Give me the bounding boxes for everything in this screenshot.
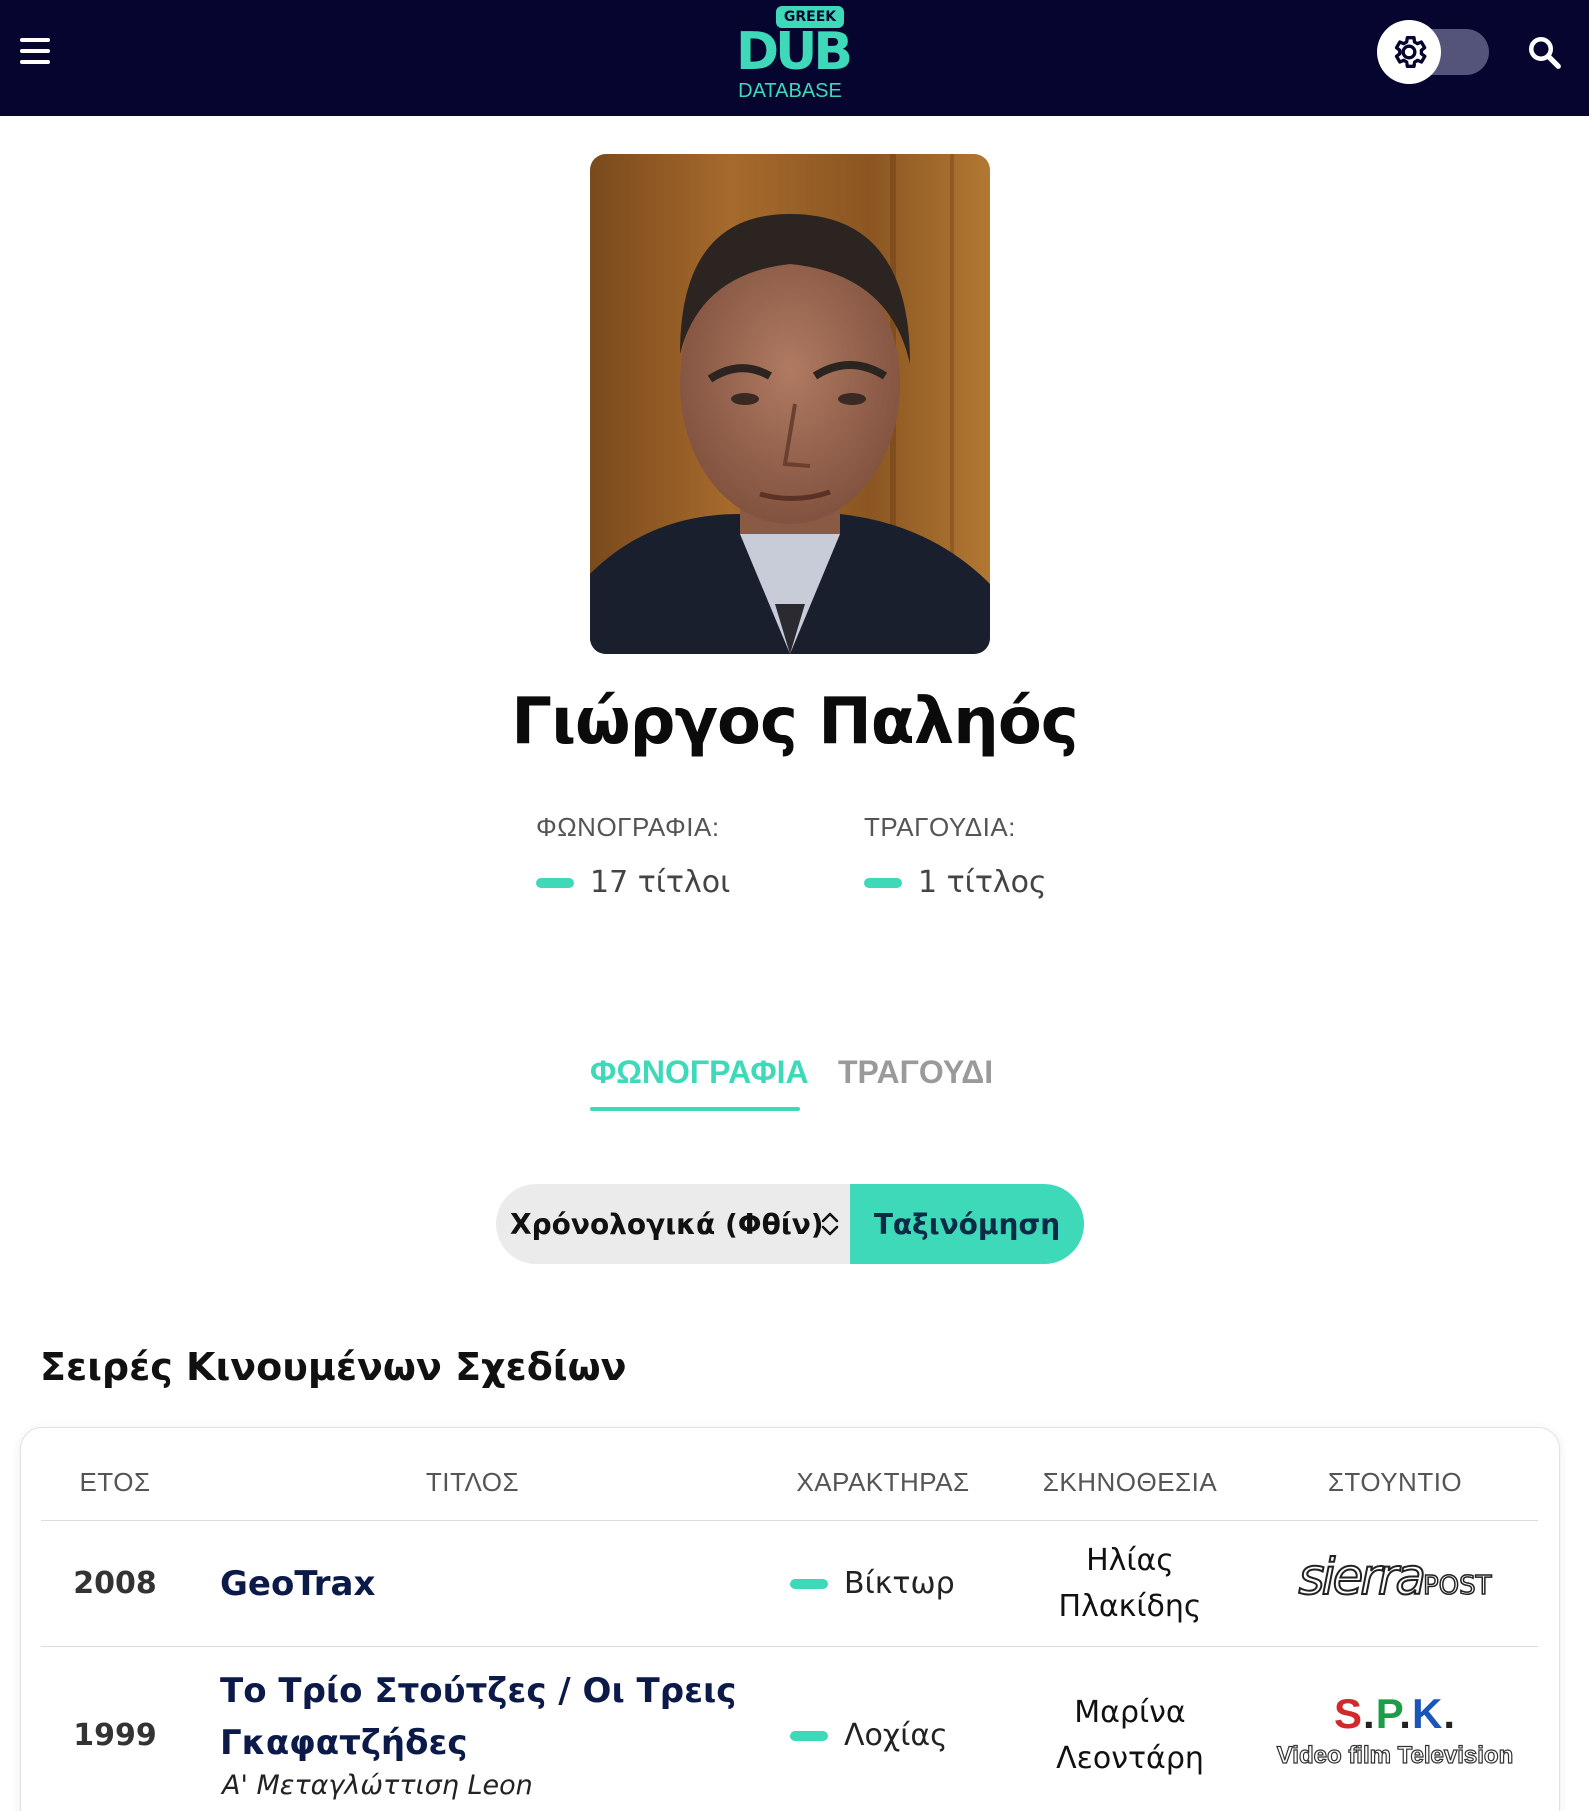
stat-songs-count: 1 τίτλος	[918, 865, 1047, 900]
table-divider	[41, 1520, 1538, 1521]
column-header-title: ΤΙΤΛΟΣ	[425, 1467, 520, 1497]
row-subtitle: Α' Μεταγλώττιση Leon	[222, 1770, 533, 1801]
column-header-director: ΣΚΗΝΟΘΕΣΙΑ	[1042, 1467, 1218, 1497]
row-title-link[interactable]: Το Τρίο Στούτζες / Οι Τρεις Γκαφατζήδες	[220, 1665, 736, 1769]
studio-logo-spk[interactable]: S.P.K. Video film Television	[1260, 1690, 1530, 1770]
gear-icon	[1377, 20, 1441, 84]
chevron-updown-icon	[818, 1210, 842, 1245]
studio-logo-text: S.P.K.	[1334, 1690, 1456, 1737]
row-director-last: Λεοντάρη	[1056, 1741, 1204, 1776]
tab-dubbing[interactable]: ΦΩΝΟΓΡΑΦΙΑ	[590, 1054, 809, 1091]
active-tab-indicator	[590, 1107, 800, 1111]
tab-songs[interactable]: ΤΡΑΓΟΥΔΙ	[838, 1054, 993, 1091]
row-character-name: Βίκτωρ	[844, 1566, 955, 1601]
dash-marker	[790, 1730, 828, 1741]
row-director-first: Ηλίας	[1086, 1543, 1174, 1578]
stat-dubbing-label: ΦΩΝΟΓΡΑΦΙΑ:	[536, 812, 720, 842]
stat-dubbing: ΦΩΝΟΓΡΑΦΙΑ: 17 τίτλοι	[536, 812, 730, 900]
dash-marker	[536, 877, 574, 888]
theme-settings-toggle[interactable]	[1377, 20, 1489, 84]
studio-logo-subtext: Video film Television	[1276, 1741, 1514, 1769]
search-icon[interactable]	[1526, 34, 1562, 70]
sort-order-select[interactable]: Χρόνολογικά (Φθίν)	[496, 1184, 852, 1264]
row-director-last: Πλακίδης	[1058, 1589, 1202, 1624]
dash-marker	[790, 1578, 828, 1589]
logo-dub-text: DUB	[736, 22, 853, 82]
site-logo[interactable]: GREEK DUB DATABASE	[734, 4, 853, 102]
row-title-link[interactable]: GeoTrax	[220, 1558, 375, 1610]
section-title: Σειρές Κινουμένων Σχεδίων	[40, 1345, 627, 1389]
row-character: Λοχίας	[790, 1718, 948, 1753]
logo-database-text: DATABASE	[738, 80, 842, 102]
hamburger-menu-icon[interactable]	[20, 38, 50, 66]
row-character-name: Λοχίας	[844, 1718, 948, 1753]
row-title-line2: Γκαφατζήδες	[220, 1723, 468, 1763]
row-director-first: Μαρίνα	[1074, 1695, 1186, 1730]
stat-songs-value: 1 τίτλος	[864, 865, 1047, 900]
row-year: 1999	[73, 1718, 157, 1753]
row-director-link[interactable]: Μαρίνα Λεοντάρη	[1030, 1690, 1230, 1782]
row-character: Βίκτωρ	[790, 1566, 955, 1601]
row-title-line1: Το Τρίο Στούτζες / Οι Τρεις	[220, 1671, 737, 1711]
column-header-studio: ΣΤΟΥΝΤΙΟ	[1327, 1467, 1463, 1497]
studio-logo-text: sierraPOST	[1297, 1547, 1492, 1607]
studio-logo-sierra[interactable]: sierraPOST	[1260, 1547, 1530, 1607]
stat-dubbing-count: 17 τίτλοι	[590, 865, 731, 900]
table-divider	[41, 1646, 1538, 1647]
sort-button[interactable]: Ταξινόμηση	[850, 1184, 1084, 1264]
row-director-link[interactable]: Ηλίας Πλακίδης	[1030, 1538, 1230, 1630]
top-navbar: GREEK DUB DATABASE	[0, 0, 1589, 116]
row-year: 2008	[73, 1566, 157, 1601]
stat-dubbing-value: 17 τίτλοι	[536, 865, 730, 900]
sort-control: Χρόνολογικά (Φθίν) Ταξινόμηση	[496, 1184, 1084, 1264]
actor-name: Γιώργος Παληός	[511, 685, 1078, 759]
actor-photo	[590, 154, 990, 654]
dash-marker	[864, 877, 902, 888]
stat-songs: ΤΡΑΓΟΥΔΙΑ: 1 τίτλος	[864, 812, 1047, 900]
column-header-character: ΧΑΡΑΚΤΗΡΑΣ	[796, 1467, 970, 1497]
sort-order-value: Χρόνολογικά (Φθίν)	[510, 1207, 824, 1241]
column-header-year: ΕΤΟΣ	[79, 1467, 151, 1497]
stat-songs-label: ΤΡΑΓΟΥΔΙΑ:	[864, 812, 1016, 842]
